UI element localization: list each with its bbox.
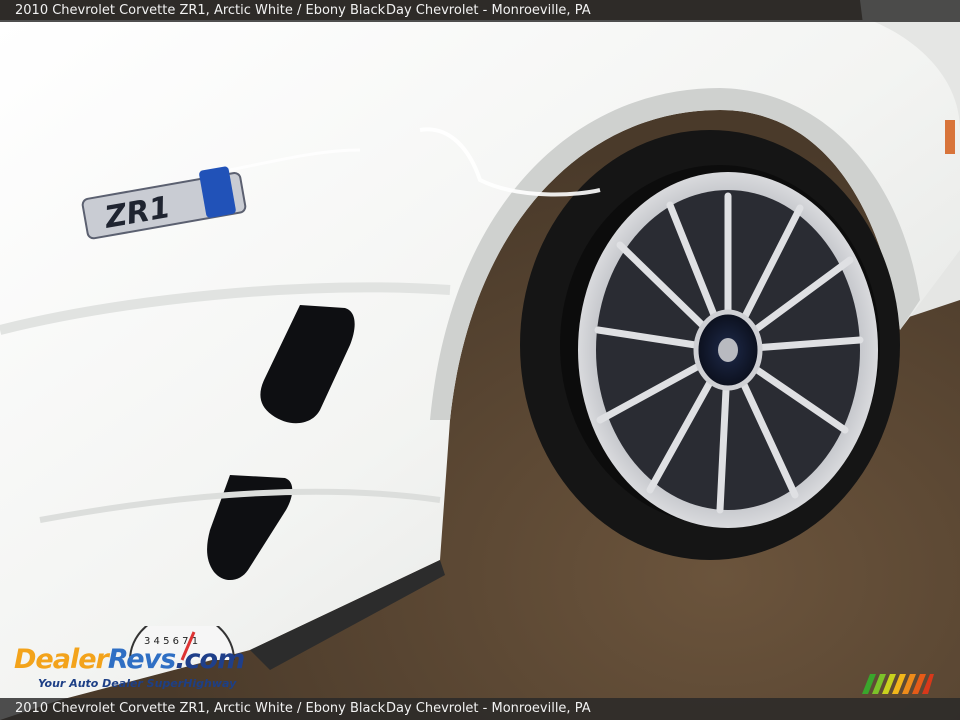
stripes-logo-icon	[862, 674, 934, 694]
caption-bar-bottom: 2010 Chevrolet Corvette ZR1, Arctic Whit…	[0, 698, 960, 720]
logo-revs-text: Revs	[107, 644, 176, 675]
dealer-caption-bottom: Day Chevrolet - Monroeville, PA	[386, 701, 591, 716]
logo-dealer-text: Dealer	[14, 644, 109, 675]
dealer-caption: Day Chevrolet - Monroeville, PA	[386, 3, 591, 18]
logo-wordmark: DealerRevs.com	[14, 644, 245, 675]
dealerrevs-logo: 3 4 5 6 7 1 DealerRevs.com Your Auto Dea…	[12, 626, 267, 696]
chrome-rim	[578, 172, 878, 528]
vehicle-caption: 2010 Chevrolet Corvette ZR1, Arctic Whit…	[15, 3, 386, 18]
caption-bar-top: 2010 Chevrolet Corvette ZR1, Arctic Whit…	[0, 0, 960, 22]
photo-frame: ZR1 2010 Chevrolet Corvette ZR1, Arctic …	[0, 0, 960, 720]
logo-com-text: .com	[175, 644, 245, 675]
logo-tagline: Your Auto Dealer SuperHighway	[38, 677, 237, 690]
car-photo: ZR1	[0, 0, 960, 720]
vehicle-caption-bottom: 2010 Chevrolet Corvette ZR1, Arctic Whit…	[15, 701, 386, 716]
